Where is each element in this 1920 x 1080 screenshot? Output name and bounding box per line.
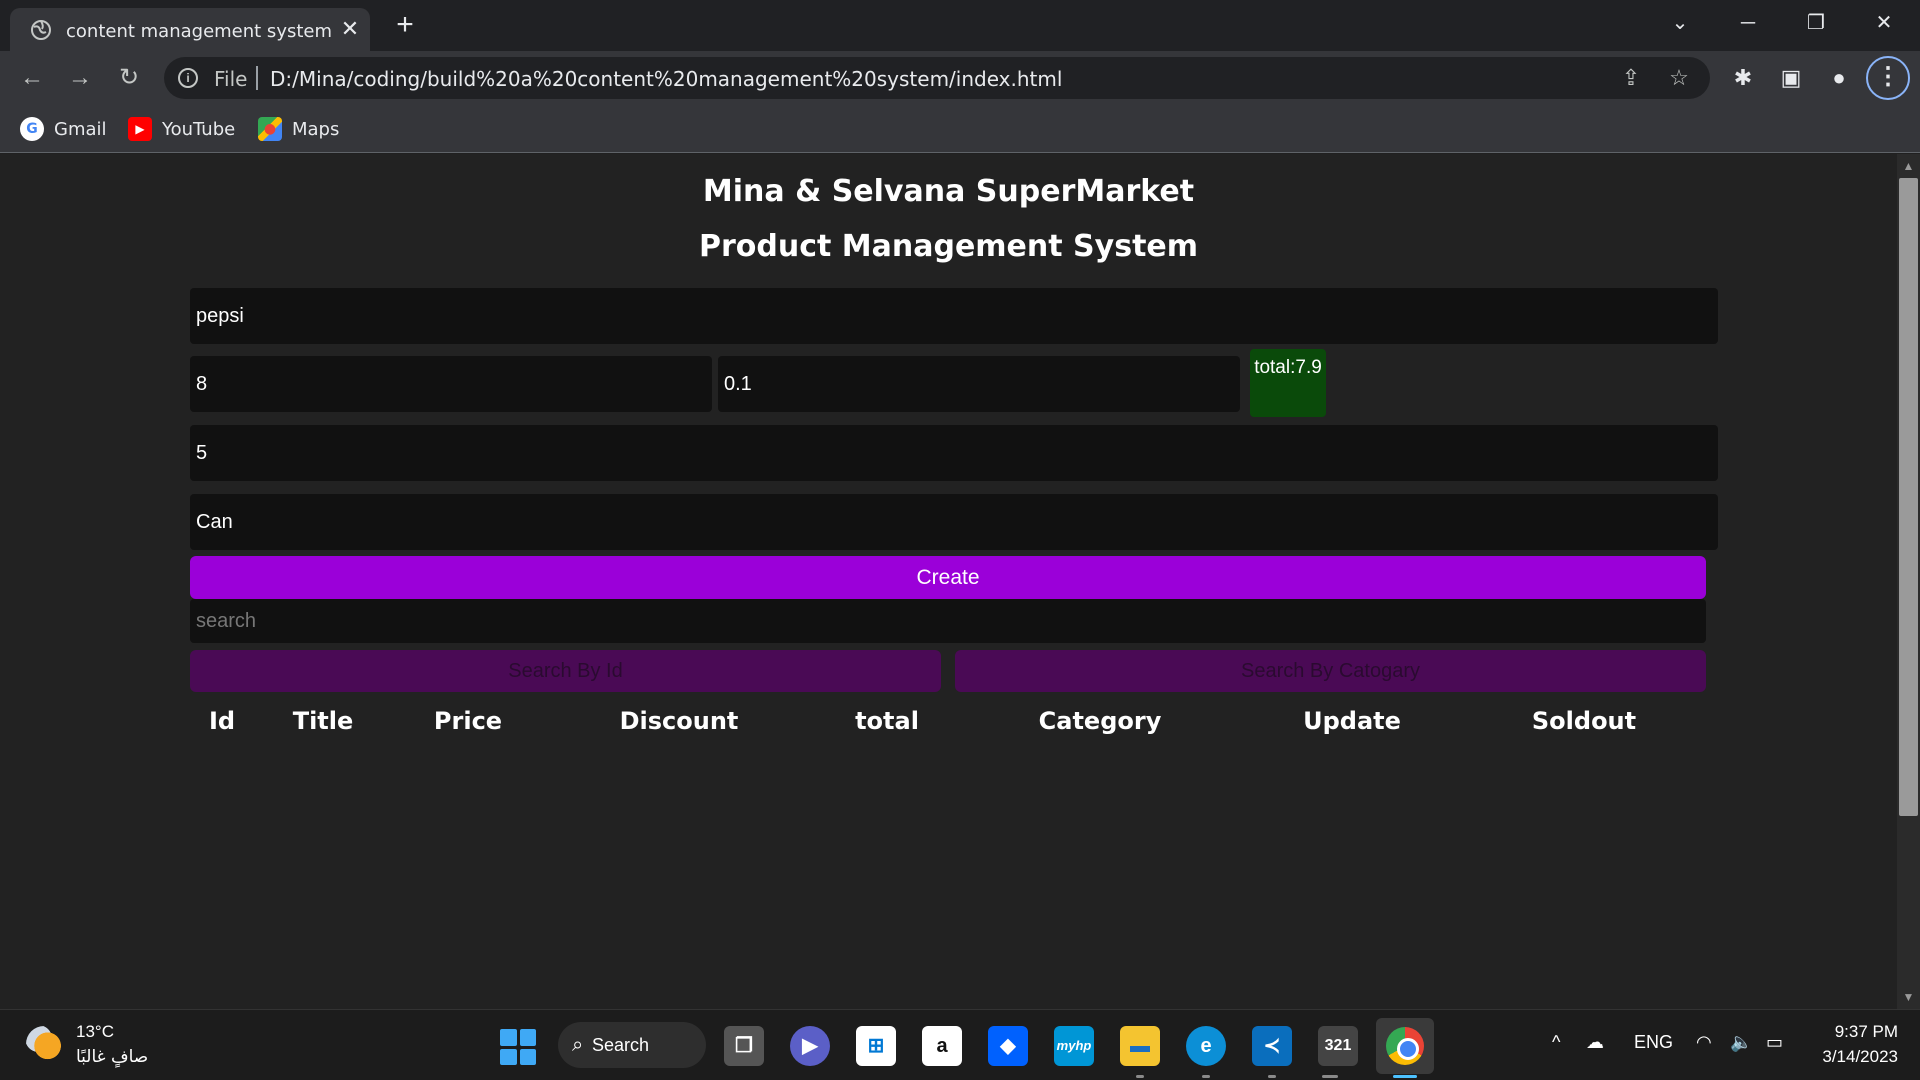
task-view-icon[interactable]: ❐ <box>724 1026 764 1066</box>
video-player-icon[interactable]: 321 <box>1318 1026 1358 1066</box>
profile-avatar-icon[interactable]: ● <box>1824 63 1854 93</box>
table-header-update: Update <box>1303 707 1401 735</box>
site-info-icon[interactable]: i <box>178 68 198 88</box>
weather-description[interactable]: صافٍ غالبًا <box>76 1047 148 1067</box>
page-subheading: Product Management System <box>698 229 1199 264</box>
running-indicator <box>1202 1075 1210 1078</box>
weather-moon-cloud-icon[interactable] <box>26 1026 62 1062</box>
page-content: Mina & Selvana SuperMarket Product Manag… <box>0 154 1897 1009</box>
windows-taskbar: 13°C صافٍ غالبًا ⌕ Search ❐ ▶ ⊞ a ◆ myhp… <box>0 1009 1920 1080</box>
browser-title-bar: content management system ✕ + ⌄ ─ ❐ ✕ <box>0 0 1920 51</box>
search-by-id-button[interactable]: Search By Id <box>190 650 941 692</box>
scrollbar-thumb[interactable] <box>1899 178 1918 816</box>
table-header-total: total <box>855 707 919 735</box>
search-input[interactable]: search <box>190 599 1706 643</box>
title-input[interactable]: pepsi <box>190 288 1718 344</box>
bookmark-gmail[interactable]: G Gmail <box>20 114 107 144</box>
back-arrow-icon[interactable]: ← <box>16 62 48 94</box>
taskbar-clock-date[interactable]: 3/14/2023 <box>1822 1047 1898 1067</box>
windows-start-icon[interactable] <box>500 1029 536 1065</box>
show-hidden-icons-chevron-icon[interactable]: ^ <box>1552 1032 1560 1053</box>
bookmark-youtube[interactable]: ▶ YouTube <box>128 114 235 144</box>
close-window-button[interactable]: ✕ <box>1864 6 1904 40</box>
table-header-id: Id <box>208 707 236 735</box>
volume-icon[interactable]: 🔈 <box>1730 1032 1752 1053</box>
total-badge: total:7.9 <box>1250 349 1326 417</box>
bookmark-maps[interactable]: ● Maps <box>258 114 339 144</box>
running-indicator <box>1268 1075 1276 1078</box>
share-icon[interactable]: ⇪ <box>1618 65 1644 91</box>
vscode-icon[interactable]: ≺ <box>1252 1026 1292 1066</box>
address-separator <box>256 66 258 90</box>
dropbox-icon[interactable]: ◆ <box>988 1026 1028 1066</box>
file-explorer-icon[interactable]: ▬ <box>1120 1026 1160 1066</box>
battery-icon[interactable]: ▭ <box>1766 1032 1783 1053</box>
maps-icon: ● <box>258 117 282 141</box>
microsoft-store-icon[interactable]: ⊞ <box>856 1026 896 1066</box>
edge-browser-icon[interactable]: e <box>1186 1026 1226 1066</box>
category-input[interactable]: Can <box>190 494 1718 550</box>
google-icon: G <box>20 117 44 141</box>
price-input[interactable]: 8 <box>190 356 712 412</box>
weather-temperature[interactable]: 13°C <box>76 1022 114 1042</box>
bookmark-label: YouTube <box>162 118 236 140</box>
table-header-category: Category <box>1038 707 1162 735</box>
address-scheme-label: File <box>214 67 248 91</box>
side-panel-icon[interactable]: ▣ <box>1776 63 1806 93</box>
taskbar-clock-time[interactable]: 9:37 PM <box>1835 1022 1898 1042</box>
teams-chat-icon[interactable]: ▶ <box>790 1026 830 1066</box>
globe-icon <box>31 20 51 40</box>
browser-tab-active[interactable]: content management system ✕ <box>10 8 370 51</box>
wifi-icon[interactable]: ◠ <box>1696 1032 1712 1053</box>
address-bar[interactable]: i File D:/Mina/coding/build%20a%20conten… <box>164 57 1710 99</box>
table-header-discount: Discount <box>619 707 739 735</box>
address-url[interactable]: D:/Mina/coding/build%20a%20content%20man… <box>270 67 1062 91</box>
active-indicator <box>1393 1075 1417 1078</box>
reload-icon[interactable]: ↻ <box>113 62 145 94</box>
browser-menu-icon[interactable]: ⋮ <box>1866 56 1910 100</box>
create-button[interactable]: Create <box>190 556 1706 599</box>
minimize-button[interactable]: ─ <box>1728 6 1768 40</box>
myhp-icon[interactable]: myhp <box>1054 1026 1094 1066</box>
taskbar-search[interactable]: ⌕ Search <box>558 1022 706 1068</box>
running-indicator <box>1136 1075 1144 1078</box>
restore-button[interactable]: ❐ <box>1796 6 1836 40</box>
bookmark-label: Maps <box>292 118 340 140</box>
browser-toolbar: ← → ↻ i File D:/Mina/coding/build%20a%20… <box>0 51 1920 105</box>
search-icon: ⌕ <box>572 1034 584 1056</box>
youtube-icon: ▶ <box>128 117 152 141</box>
tab-search-chevron-icon[interactable]: ⌄ <box>1660 6 1700 40</box>
bookmarks-bar: G Gmail ▶ YouTube ● Maps <box>0 105 1920 153</box>
forward-arrow-icon[interactable]: → <box>64 62 96 94</box>
amazon-icon[interactable]: a <box>922 1026 962 1066</box>
bookmark-star-icon[interactable]: ☆ <box>1666 65 1692 91</box>
chrome-icon[interactable] <box>1386 1027 1424 1065</box>
discount-input[interactable]: 0.1 <box>718 356 1240 412</box>
table-header-title: Title <box>292 707 354 735</box>
close-tab-icon[interactable]: ✕ <box>337 16 363 42</box>
taskbar-search-label: Search <box>592 1035 650 1055</box>
count-input[interactable]: 5 <box>190 425 1718 481</box>
extensions-puzzle-icon[interactable]: ✱ <box>1728 63 1758 93</box>
table-header-soldout: Soldout <box>1531 707 1637 735</box>
input-language[interactable]: ENG <box>1634 1032 1673 1053</box>
scroll-down-arrow-icon[interactable]: ▼ <box>1899 989 1918 1005</box>
tab-title: content management system <box>66 21 333 42</box>
onedrive-cloud-icon[interactable]: ☁ <box>1586 1032 1604 1053</box>
new-tab-button[interactable]: + <box>390 10 420 41</box>
scroll-up-arrow-icon[interactable]: ▲ <box>1899 158 1918 174</box>
search-by-category-button[interactable]: Search By Catogary <box>955 650 1706 692</box>
table-header-price: Price <box>433 707 503 735</box>
page-heading: Mina & Selvana SuperMarket <box>702 174 1195 209</box>
running-indicator <box>1322 1075 1338 1078</box>
bookmark-label: Gmail <box>54 118 107 140</box>
